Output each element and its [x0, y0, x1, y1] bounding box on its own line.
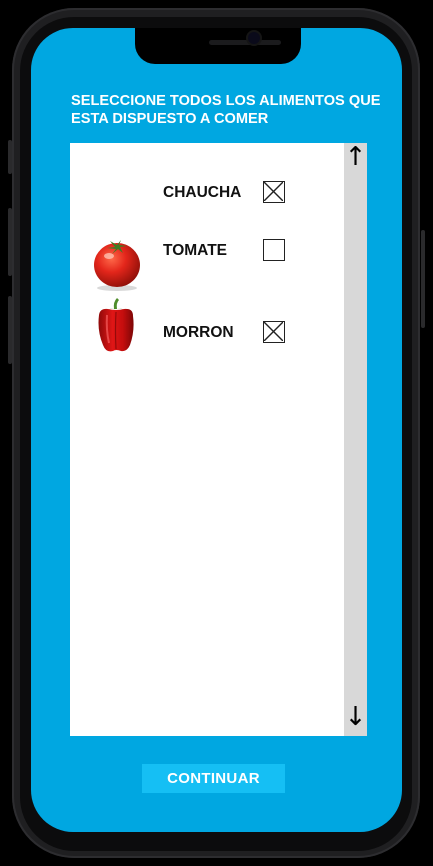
mute-switch	[8, 140, 12, 174]
food-list: CHAUCHA TOMATE MORRON	[70, 143, 367, 736]
notch	[135, 28, 301, 64]
checkbox-morron[interactable]	[263, 321, 285, 343]
page-title: SELECCIONE TODOS LOS ALIMENTOS QUE ESTA …	[71, 93, 381, 127]
list-item-chaucha: CHAUCHA	[70, 179, 340, 235]
app-screen: SELECCIONE TODOS LOS ALIMENTOS QUE ESTA …	[31, 28, 402, 832]
volume-down-button	[8, 296, 12, 364]
arrow-down-icon[interactable]: ↓	[344, 704, 367, 730]
food-label: TOMATE	[163, 242, 228, 259]
checkbox-tomate[interactable]	[263, 239, 285, 261]
camera-icon	[248, 32, 260, 44]
scrollbar[interactable]: ↑ ↓	[344, 143, 367, 736]
power-button	[421, 230, 425, 328]
checkbox-chaucha[interactable]	[263, 181, 285, 203]
arrow-up-icon[interactable]: ↑	[344, 144, 367, 170]
tomato-image	[94, 240, 140, 291]
continue-button[interactable]: CONTINUAR	[142, 764, 285, 793]
pepper-image	[98, 298, 134, 352]
list-item-morron: MORRON	[70, 298, 340, 375]
check-x-icon	[264, 182, 283, 201]
food-label: MORRON	[163, 324, 234, 341]
food-label: CHAUCHA	[163, 184, 242, 201]
speaker	[209, 40, 281, 45]
list-item-tomate: TOMATE	[70, 238, 340, 294]
volume-up-button	[8, 208, 12, 276]
check-x-icon	[264, 322, 283, 341]
